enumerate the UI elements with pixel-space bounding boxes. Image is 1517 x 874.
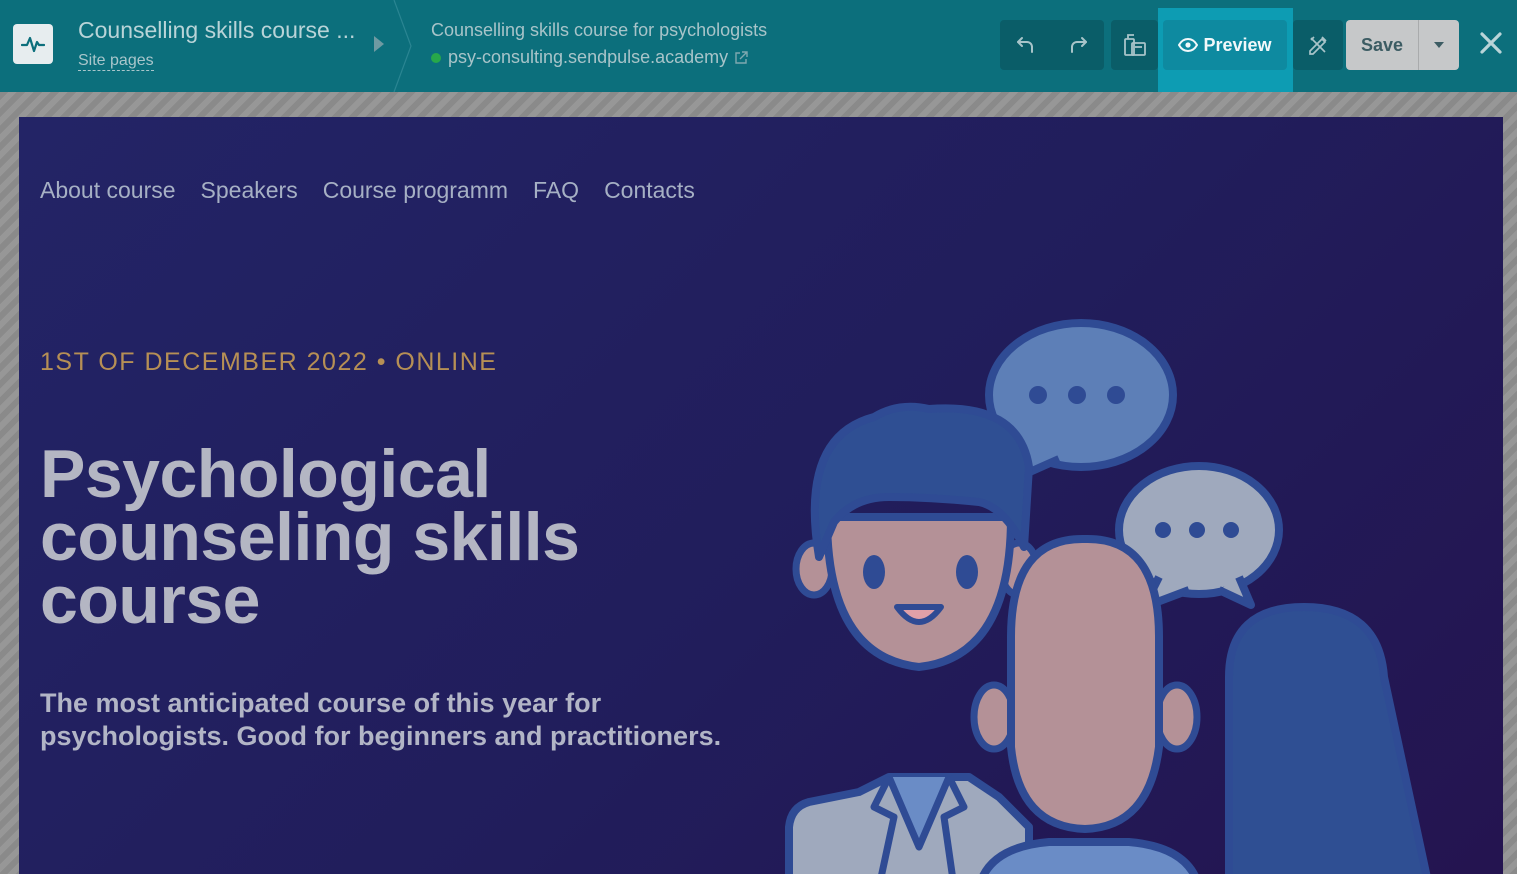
pulse-logo-icon[interactable]	[13, 24, 53, 64]
preview-button[interactable]: Preview	[1163, 20, 1287, 70]
redo-icon	[1071, 37, 1087, 53]
nav-item-about-course[interactable]: About course	[40, 177, 176, 204]
site-nav: About course Speakers Course programm FA…	[40, 177, 695, 204]
hero-lead: The most anticipated course of this year…	[40, 688, 722, 751]
breadcrumb-divider	[393, 0, 412, 92]
hero-headline: Psychological counseling skills course	[40, 436, 580, 638]
site-title[interactable]: Counselling skills course ...	[78, 17, 355, 44]
caret-down-icon	[1434, 42, 1444, 48]
undo-icon	[1017, 37, 1033, 53]
design-tools-icon	[1309, 36, 1327, 55]
page-url-link[interactable]: psy-consulting.sendpulse.academy	[448, 47, 728, 68]
site-pages-link[interactable]: Site pages	[78, 52, 154, 71]
page-title: Counselling skills course for psychologi…	[431, 20, 768, 40]
save-options-button[interactable]	[1419, 20, 1459, 70]
page-layers-button[interactable]	[1111, 20, 1158, 70]
person-silhouette-icon	[1225, 603, 1431, 874]
history-group	[1000, 20, 1104, 70]
nav-item-speakers[interactable]: Speakers	[201, 177, 298, 204]
page-url-row[interactable]: psy-consulting.sendpulse.academy	[431, 47, 748, 68]
save-group: Save	[1346, 20, 1459, 70]
page-layers-icon	[1123, 34, 1146, 56]
design-tools-button[interactable]	[1293, 20, 1343, 70]
nav-item-course-programm[interactable]: Course programm	[323, 177, 508, 204]
eye-icon	[1178, 38, 1199, 52]
editor-toolbar: Counselling skills course ... Site pages…	[0, 0, 1517, 109]
counseling-illustration	[785, 319, 1431, 874]
event-date-location: 1ST OF DECEMBER 2022 • ONLINE	[40, 348, 498, 376]
undo-button[interactable]	[1000, 20, 1052, 70]
close-button[interactable]	[1474, 26, 1508, 60]
published-status-dot	[431, 52, 441, 63]
close-icon	[1480, 32, 1502, 54]
save-button[interactable]: Save	[1346, 20, 1419, 70]
redo-button[interactable]	[1052, 20, 1104, 70]
chevron-right-icon[interactable]	[374, 36, 384, 52]
nav-item-contacts[interactable]: Contacts	[604, 177, 695, 204]
hero-section[interactable]: About course Speakers Course programm FA…	[19, 117, 1503, 874]
preview-label: Preview	[1203, 34, 1272, 55]
nav-item-faq[interactable]: FAQ	[533, 177, 579, 204]
external-link-icon[interactable]	[734, 50, 748, 65]
counselor-figure-icon	[785, 402, 1041, 874]
